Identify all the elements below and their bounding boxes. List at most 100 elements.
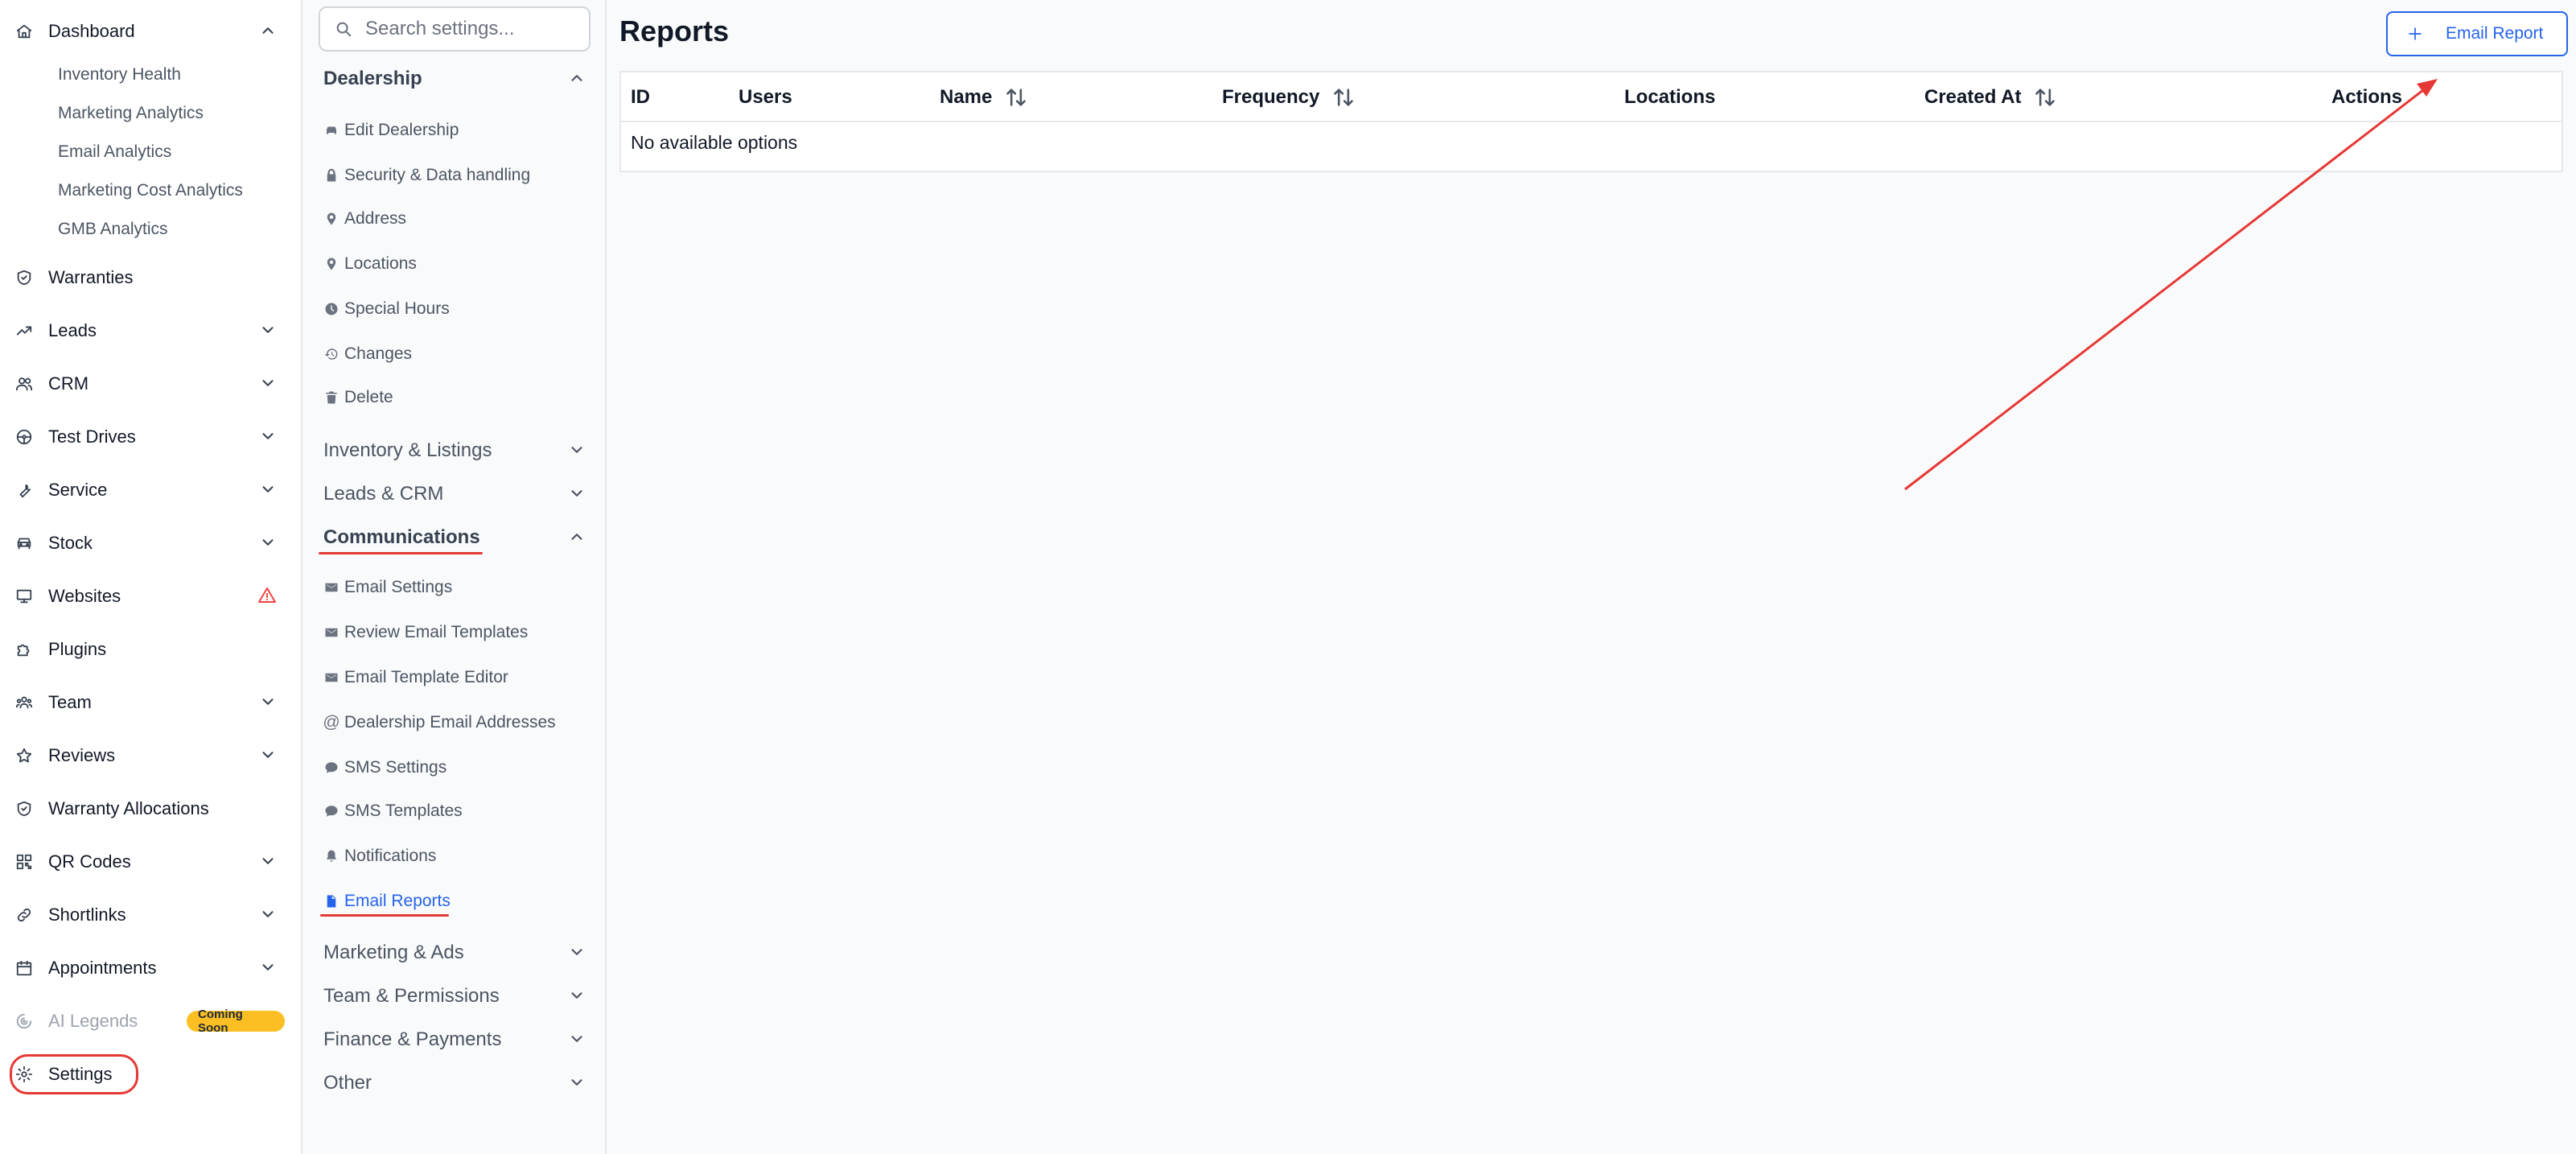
settings-annotation-circle: [10, 1054, 138, 1094]
settings-edit-dealership-label: Edit Dealership: [344, 121, 459, 139]
nav-reviews[interactable]: Reviews: [14, 736, 285, 776]
column-header-users: Users: [739, 86, 792, 108]
chevron-up-icon[interactable]: [259, 22, 278, 41]
settings-security[interactable]: Security & Data handling: [323, 159, 530, 192]
add-email-report-label: Email Report: [2446, 24, 2544, 43]
nav-team[interactable]: Team: [14, 682, 285, 723]
nav-stock[interactable]: Stock: [14, 523, 285, 563]
settings-search[interactable]: [319, 6, 591, 52]
home-icon: [14, 22, 34, 41]
nav-warranties-label: Warranties: [48, 267, 134, 287]
settings-email-reports[interactable]: Email Reports: [323, 885, 451, 917]
add-email-report-button[interactable]: Email Report: [2386, 11, 2568, 56]
settings-security-label: Security & Data handling: [344, 166, 531, 184]
chevron-down-icon: [568, 943, 587, 962]
nav-warranty-allocations-label: Warranty Allocations: [48, 798, 209, 818]
settings-sms-settings-label: SMS Settings: [344, 758, 447, 777]
chevron-down-icon[interactable]: [259, 374, 278, 394]
trending-up-icon: [14, 321, 34, 340]
shield-check-icon: [14, 268, 34, 287]
settings-sms-templates-label: SMS Templates: [344, 802, 463, 820]
group-leads-crm-label: Leads & CRM: [323, 483, 444, 505]
search-icon: [336, 22, 352, 37]
chevron-down-icon[interactable]: [259, 746, 278, 765]
settings-email-template-editor[interactable]: Email Template Editor: [323, 661, 508, 694]
settings-address-label: Address: [344, 209, 407, 228]
chevron-down-icon[interactable]: [259, 321, 278, 340]
nav-plugins[interactable]: Plugins: [14, 629, 285, 670]
sort-icon[interactable]: [1005, 86, 1027, 109]
settings-review-email-templates[interactable]: Review Email Templates: [323, 616, 528, 649]
group-marketing-ads-label: Marketing & Ads: [323, 942, 464, 963]
group-team-permissions[interactable]: Team & Permissions: [323, 979, 591, 1014]
group-communications[interactable]: Communications: [323, 520, 591, 555]
group-leads-crm[interactable]: Leads & CRM: [323, 476, 591, 512]
reports-table: ID Users Name Frequency Locations Create…: [619, 71, 2563, 172]
group-other[interactable]: Other: [323, 1065, 591, 1101]
settings-email-reports-label: Email Reports: [344, 892, 451, 910]
nav-sub-inventory-health[interactable]: Inventory Health: [58, 59, 181, 91]
column-header-name[interactable]: Name: [940, 72, 1027, 122]
chevron-down-icon[interactable]: [259, 427, 278, 447]
nav-warranty-allocations[interactable]: Warranty Allocations: [14, 789, 285, 829]
nav-dashboard-label: Dashboard: [48, 21, 135, 41]
chevron-down-icon[interactable]: [259, 480, 278, 500]
chevron-down-icon[interactable]: [259, 693, 278, 712]
trash-icon: [323, 389, 339, 406]
group-finance-payments-label: Finance & Payments: [323, 1028, 502, 1050]
nav-reviews-label: Reviews: [48, 745, 116, 765]
map-pin-icon: [323, 256, 339, 272]
nav-leads[interactable]: Leads: [14, 311, 285, 351]
nav-sub-marketing-cost-analytics[interactable]: Marketing Cost Analytics: [58, 175, 243, 207]
nav-sub-email-analytics[interactable]: Email Analytics: [58, 136, 171, 168]
settings-locations[interactable]: Locations: [323, 248, 417, 280]
nav-team-label: Team: [48, 692, 92, 712]
settings-panel: Dealership Edit Dealership Security & Da…: [302, 0, 607, 1154]
group-dealership[interactable]: Dealership: [323, 61, 591, 97]
settings-email-settings[interactable]: Email Settings: [323, 571, 452, 604]
settings-changes[interactable]: Changes: [323, 338, 412, 370]
settings-email-template-editor-label: Email Template Editor: [344, 668, 508, 686]
nav-shortlinks[interactable]: Shortlinks: [14, 895, 285, 935]
nav-websites[interactable]: Websites: [14, 576, 285, 616]
settings-edit-dealership[interactable]: Edit Dealership: [323, 114, 459, 146]
chevron-down-icon[interactable]: [259, 852, 278, 872]
nav-sub-gmb-analytics[interactable]: GMB Analytics: [58, 213, 168, 245]
nav-qr-codes-label: QR Codes: [48, 851, 131, 872]
nav-ai-legends-label: AI Legends: [48, 1011, 138, 1031]
nav-crm[interactable]: CRM: [14, 364, 285, 404]
settings-dealership-email-addresses[interactable]: @ Dealership Email Addresses: [323, 707, 555, 739]
nav-plugins-label: Plugins: [48, 639, 107, 659]
group-marketing-ads[interactable]: Marketing & Ads: [323, 935, 591, 971]
settings-email-settings-label: Email Settings: [344, 578, 453, 596]
column-header-created-at[interactable]: Created At: [1924, 72, 2056, 122]
nav-leads-label: Leads: [48, 320, 97, 340]
nav-stock-label: Stock: [48, 533, 93, 553]
settings-sms-settings[interactable]: SMS Settings: [323, 752, 446, 784]
chevron-up-icon: [568, 69, 587, 89]
settings-delete[interactable]: Delete: [323, 381, 393, 414]
chevron-down-icon[interactable]: [259, 905, 278, 925]
nav-test-drives[interactable]: Test Drives: [14, 417, 285, 457]
nav-service[interactable]: Service: [14, 470, 285, 510]
star-icon: [14, 746, 34, 765]
nav-appointments[interactable]: Appointments: [14, 948, 285, 988]
group-finance-payments[interactable]: Finance & Payments: [323, 1022, 591, 1057]
settings-notifications[interactable]: Notifications: [323, 840, 436, 872]
settings-special-hours[interactable]: Special Hours: [323, 293, 450, 325]
chevron-down-icon[interactable]: [259, 534, 278, 553]
nav-dashboard[interactable]: Dashboard: [14, 11, 285, 52]
nav-warranties[interactable]: Warranties: [14, 258, 285, 298]
column-header-frequency[interactable]: Frequency: [1222, 72, 1355, 122]
settings-changes-label: Changes: [344, 344, 413, 363]
sort-icon[interactable]: [2034, 86, 2056, 109]
monitor-icon: [14, 587, 34, 606]
settings-search-input[interactable]: [364, 17, 581, 41]
settings-sms-templates[interactable]: SMS Templates: [323, 795, 463, 827]
group-inventory-listings[interactable]: Inventory & Listings: [323, 433, 591, 468]
nav-sub-marketing-analytics[interactable]: Marketing Analytics: [58, 97, 204, 130]
sort-icon[interactable]: [1332, 86, 1355, 109]
settings-address[interactable]: Address: [323, 203, 406, 235]
nav-qr-codes[interactable]: QR Codes: [14, 842, 285, 882]
chevron-down-icon[interactable]: [259, 958, 278, 978]
